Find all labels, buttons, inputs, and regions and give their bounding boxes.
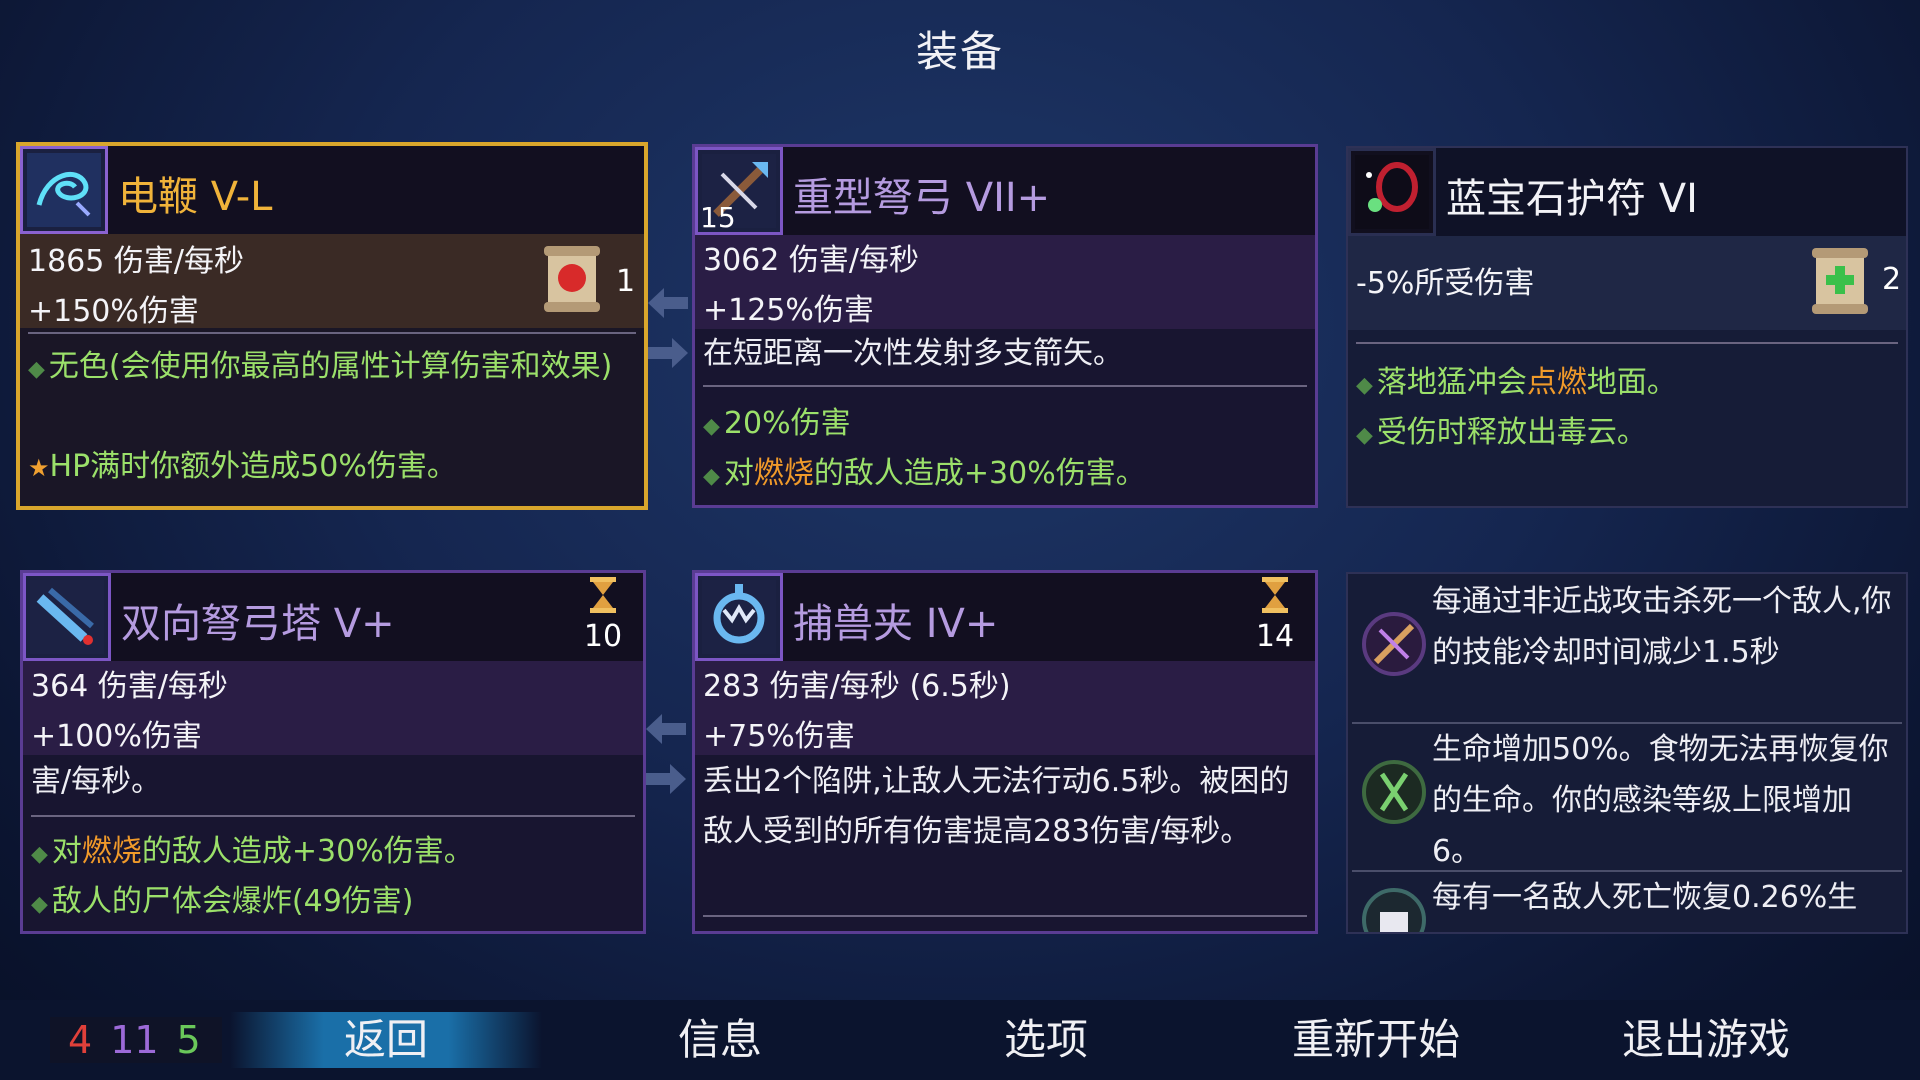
arrow-right-icon <box>648 338 688 368</box>
hourglass-icon <box>590 577 616 613</box>
equipment-card-wolf-trap[interactable]: 捕兽夹 IV+ 14 283 伤害/每秒 (6.5秒) +75%伤害 丢出2个陷… <box>692 570 1318 934</box>
item-name: 蓝宝石护符 VI <box>1446 176 1698 222</box>
divider <box>31 815 635 817</box>
heavy-crossbow-icon: 15 <box>695 147 783 235</box>
back-button[interactable]: 返回 <box>230 1012 542 1068</box>
bullet-damage: ◆ 20%伤害 <box>703 406 851 441</box>
bottom-menu-bar: 4 11 5 返回 信息 选项 重新开始 退出游戏 <box>0 1000 1920 1080</box>
quit-game-button[interactable]: 退出游戏 <box>1576 1012 1836 1068</box>
divider <box>1356 342 1898 344</box>
equipment-card-heavy-crossbow[interactable]: 15 重型弩弓 VII+ 3062 伤害/每秒 +125%伤害 在短距离一次性发… <box>692 144 1318 508</box>
equipment-card-amulet[interactable]: 蓝宝石护符 VI -5%所受伤害 2 ◆ 落地猛冲会点燃地面。 ◆ 受伤时释放出毒云… <box>1346 146 1908 508</box>
mutation-text: 生命增加50%。食物无法再恢复你的生命。你的感染等级上限增加6。 <box>1432 732 1889 869</box>
damage-bonus: +75%伤害 <box>703 719 855 754</box>
double-crossbow-turret-icon <box>23 573 111 661</box>
cooldown-timer: 10 <box>573 577 633 654</box>
card-header <box>695 573 1315 661</box>
mutation-row[interactable]: 每有一名敌人死亡恢复0.26%生命。击败Boss时降低疾病症 <box>1348 872 1906 932</box>
arrow-right-icon <box>646 764 686 794</box>
mutation-row[interactable]: 生命增加50%。食物无法再恢复你的生命。你的感染等级上限增加6。 <box>1348 724 1906 870</box>
dps-text: 364 伤害/每秒 <box>31 669 228 704</box>
bullet-hp-bonus: ★HP满时你额外造成50%伤害。 <box>28 449 457 484</box>
necromancy-mutation-icon <box>1362 888 1426 932</box>
item-name: 电鞭 V-L <box>118 174 273 220</box>
damage-bonus: +125%伤害 <box>703 293 874 328</box>
cooldown-timer: 14 <box>1245 577 1305 654</box>
arrow-left-icon <box>648 288 688 318</box>
mutation-text: 每有一名敌人死亡恢复0.26%生命。击败Boss时降低疾病症 <box>1432 880 1858 932</box>
red-scroll-icon <box>544 246 600 312</box>
tactics-count: 11 <box>110 1018 159 1062</box>
arrow-left-icon <box>646 714 686 744</box>
options-button[interactable]: 选项 <box>926 1012 1166 1068</box>
bullet-poison-cloud: ◆ 受伤时释放出毒云。 <box>1356 415 1647 450</box>
hourglass-icon <box>1262 577 1288 613</box>
item-description: 丢出2个陷阱,让敌人无法行动6.5秒。被困的敌人受到的所有伤害提高283伤害/每… <box>703 764 1290 849</box>
mutations-panel: 每通过非近战攻击杀死一个敌人,你的技能冷却时间减少1.5秒 生命增加50%。食物… <box>1346 572 1908 934</box>
stat-counters: 4 11 5 <box>50 1017 222 1063</box>
cooldown-value: 14 <box>1255 619 1295 654</box>
item-name: 双向弩弓塔 V+ <box>121 601 395 647</box>
mutation-row[interactable]: 每通过非近战攻击杀死一个敌人,你的技能冷却时间减少1.5秒 <box>1348 576 1906 722</box>
brutality-count: 4 <box>68 1018 93 1062</box>
cooldown-value: 10 <box>583 619 623 654</box>
bullet-burning-bonus: ◆ 对燃烧的敌人造成+30%伤害。 <box>703 456 1146 491</box>
bullet-ignite: ◆ 落地猛冲会点燃地面。 <box>1356 365 1677 400</box>
equipment-card-turret[interactable]: 双向弩弓塔 V+ 10 364 伤害/每秒 +100%伤害 害/每秒。 ◆ 对燃烧… <box>20 570 646 934</box>
green-scroll-icon <box>1812 248 1868 314</box>
dps-text: 283 伤害/每秒 (6.5秒) <box>703 669 1011 704</box>
bullet-colorless: ◆ 无色(会使用你最高的属性计算伤害和效果) <box>28 349 613 384</box>
mutation-text: 每通过非近战攻击杀死一个敌人,你的技能冷却时间减少1.5秒 <box>1432 584 1892 670</box>
item-description: 害/每秒。 <box>31 764 162 799</box>
damage-bonus: +100%伤害 <box>31 719 202 754</box>
disengagement-mutation-icon <box>1362 760 1426 824</box>
survival-count: 5 <box>176 1018 201 1062</box>
sapphire-amulet-icon <box>1348 148 1436 236</box>
item-level: 15 <box>700 201 736 234</box>
divider <box>28 332 636 334</box>
scroll-count: 1 <box>616 264 636 299</box>
item-name: 重型弩弓 VII+ <box>793 175 1051 221</box>
bullet-corpse-explode: ◆ 敌人的尸体会爆炸(49伤害) <box>31 884 414 919</box>
divider <box>703 385 1307 387</box>
wolf-trap-icon <box>695 573 783 661</box>
item-description: 在短距离一次性发射多支箭矢。 <box>703 336 1123 371</box>
dps-text: 1865 伤害/每秒 <box>28 244 244 279</box>
equipment-card-whip[interactable]: 电鞭 V-L 1865 伤害/每秒 +150%伤害 1 ◆ 无色(会使用你最高的属… <box>16 142 648 510</box>
damage-reduction: -5%所受伤害 <box>1356 266 1535 301</box>
lightning-whip-icon <box>20 146 108 234</box>
restart-button[interactable]: 重新开始 <box>1246 1012 1506 1068</box>
divider <box>703 915 1307 917</box>
ranged-kill-mutation-icon <box>1362 612 1426 676</box>
scroll-count: 2 <box>1882 262 1902 297</box>
bullet-burning-bonus: ◆ 对燃烧的敌人造成+30%伤害。 <box>31 834 474 869</box>
item-name: 捕兽夹 IV+ <box>793 601 999 647</box>
card-header <box>20 146 644 234</box>
info-button[interactable]: 信息 <box>600 1012 840 1068</box>
damage-bonus: +150%伤害 <box>28 294 199 329</box>
dps-text: 3062 伤害/每秒 <box>703 243 919 278</box>
page-title: 装备 <box>915 27 1004 76</box>
